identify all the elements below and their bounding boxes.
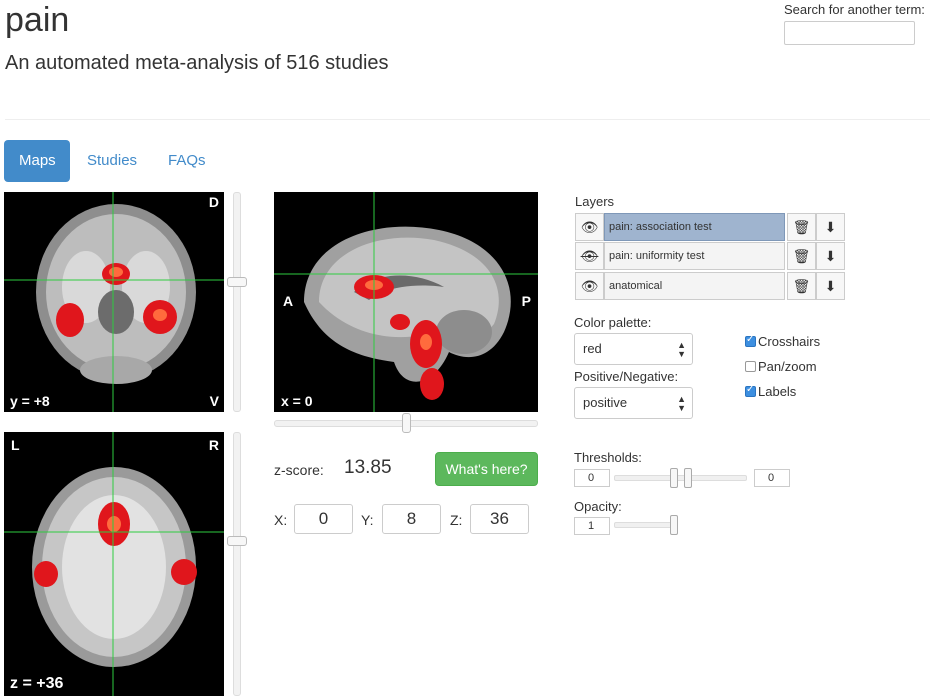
panzoom-option[interactable]: Pan/zoom (745, 359, 817, 374)
sagittal-slice-slider[interactable] (274, 413, 538, 433)
axial-brain-image (4, 432, 224, 696)
tab-studies[interactable]: Studies (72, 140, 152, 182)
eye-icon[interactable]: 👁 (575, 213, 604, 241)
sagittal-slider-handle[interactable] (402, 413, 411, 433)
color-palette-value: red (583, 341, 602, 356)
labels-label: Labels (758, 384, 797, 399)
header-divider (5, 119, 930, 120)
crosshairs-option[interactable]: Crosshairs (745, 334, 820, 349)
posneg-value: positive (583, 395, 628, 410)
posneg-label: Positive/Negative: (574, 369, 679, 384)
coronal-label-dorsal: D (208, 194, 219, 210)
layer-name-anatomical[interactable]: anatomical (604, 272, 785, 300)
z-coord-label: Z: (450, 512, 463, 528)
coronal-slider-handle[interactable] (227, 277, 247, 287)
opacity-label: Opacity: (574, 499, 622, 514)
labels-checkbox[interactable] (745, 384, 756, 397)
zscore-label: z-score: (274, 462, 324, 478)
coronal-brain-image (4, 192, 224, 412)
opacity-slider[interactable] (614, 522, 678, 528)
color-palette-label: Color palette: (574, 315, 652, 330)
sagittal-label-posterior: P (521, 293, 531, 309)
select-arrows-icon: ▲ ▼ (677, 394, 686, 413)
trash-icon[interactable]: 🗑 (787, 213, 816, 241)
axial-view[interactable]: L R z = +36 (4, 432, 224, 696)
sagittal-view[interactable]: A P x = 0 (274, 192, 538, 412)
threshold-high-input[interactable]: 0 (754, 469, 790, 487)
z-coord-input[interactable]: 36 (470, 504, 529, 534)
axial-slider-handle[interactable] (227, 536, 247, 546)
axial-label-right: R (208, 437, 219, 453)
select-arrows-icon: ▲ ▼ (677, 340, 686, 359)
coronal-view[interactable]: D V y = +8 (4, 192, 224, 412)
tab-faqs[interactable]: FAQs (153, 140, 221, 182)
axial-slice-label: z = +36 (10, 675, 64, 692)
opacity-handle[interactable] (670, 515, 678, 535)
opacity-input[interactable]: 1 (574, 517, 610, 535)
labels-option[interactable]: Labels (745, 384, 796, 399)
x-coord-label: X: (274, 512, 288, 528)
coronal-slice-slider[interactable] (227, 192, 247, 412)
trash-icon[interactable]: 🗑 (787, 272, 816, 300)
threshold-low-handle[interactable] (670, 468, 678, 488)
color-palette-select[interactable]: red ▲ ▼ (574, 333, 693, 365)
layer-name-uniformity[interactable]: pain: uniformity test (604, 242, 785, 270)
panzoom-checkbox[interactable] (745, 361, 756, 372)
sagittal-brain-image (274, 192, 538, 412)
posneg-select[interactable]: positive ▲ ▼ (574, 387, 693, 419)
download-icon[interactable]: ⬇ (816, 213, 845, 241)
eye-icon[interactable]: 👁 (575, 272, 604, 300)
axial-label-left: L (11, 437, 20, 453)
threshold-high-handle[interactable] (684, 468, 692, 488)
crosshairs-label: Crosshairs (758, 334, 821, 349)
download-icon[interactable]: ⬇ (816, 272, 845, 300)
search-label: Search for another term: (784, 2, 925, 17)
crosshairs-checkbox[interactable] (745, 334, 756, 347)
layer-name-association[interactable]: pain: association test (604, 213, 785, 241)
panzoom-label: Pan/zoom (758, 359, 817, 374)
sagittal-label-anterior: A (283, 293, 294, 309)
zscore-value: 13.85 (344, 457, 392, 478)
page-subtitle: An automated meta-analysis of 516 studie… (5, 52, 389, 74)
page-title: pain (5, 1, 70, 39)
axial-slice-slider[interactable] (227, 432, 247, 696)
coronal-label-ventral: V (209, 393, 219, 409)
threshold-low-input[interactable]: 0 (574, 469, 610, 487)
whats-here-button[interactable]: What's here? (435, 452, 538, 486)
coronal-slice-label: y = +8 (10, 393, 50, 409)
eye-slash-icon[interactable]: 👁 (575, 242, 604, 270)
thresholds-label: Thresholds: (574, 450, 642, 465)
x-coord-input[interactable]: 0 (294, 504, 353, 534)
tab-maps[interactable]: Maps (4, 140, 70, 182)
trash-icon[interactable]: 🗑 (787, 242, 816, 270)
threshold-slider[interactable] (614, 475, 747, 481)
y-coord-input[interactable]: 8 (382, 504, 441, 534)
search-input[interactable] (784, 21, 915, 45)
layers-title: Layers (575, 194, 615, 209)
sagittal-slice-label: x = 0 (281, 393, 313, 409)
y-coord-label: Y: (361, 512, 374, 528)
download-icon[interactable]: ⬇ (816, 242, 845, 270)
